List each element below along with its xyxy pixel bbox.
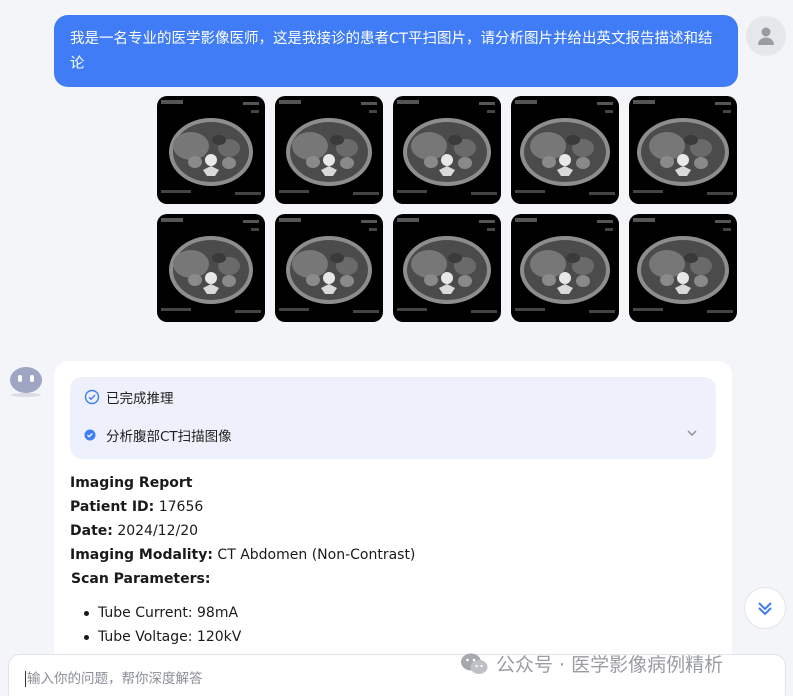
reasoning-status: 已完成推理	[106, 391, 174, 407]
chevron-down-icon[interactable]	[686, 427, 698, 439]
ct-image-thumbnail[interactable]	[157, 214, 265, 322]
ct-image-thumbnail[interactable]	[157, 96, 265, 204]
ct-image-thumbnail[interactable]	[393, 96, 501, 204]
scroll-to-bottom-button[interactable]	[744, 587, 786, 629]
watermark: 公众号 · 医学影像病例精析	[460, 650, 723, 677]
ct-image-thumbnail[interactable]	[511, 96, 619, 204]
ct-image-thumbnail[interactable]	[511, 214, 619, 322]
reasoning-panel[interactable]: 已完成推理 分析腹部CT扫描图像	[70, 377, 716, 459]
modality-row: Imaging Modality: CT Abdomen (Non-Contra…	[70, 547, 416, 563]
robot-icon	[10, 367, 42, 397]
ct-image-grid	[157, 96, 738, 322]
ct-image-thumbnail[interactable]	[275, 214, 383, 322]
user-avatar	[746, 16, 786, 56]
reasoning-header: 已完成推理	[84, 387, 174, 407]
watermark-text: 公众号 · 医学影像病例精析	[496, 654, 724, 676]
text-cursor	[25, 671, 26, 687]
wechat-icon	[461, 653, 488, 674]
report-title: Imaging Report	[70, 475, 193, 491]
user-message-text: 我是一名专业的医学影像医师，这是我接诊的患者CT平扫图片，请分析图片并给出英文报…	[70, 31, 713, 72]
assistant-message-card: 已完成推理 分析腹部CT扫描图像 Imaging Report Patient …	[54, 361, 732, 696]
user-message-bubble: 我是一名专业的医学影像医师，这是我接诊的患者CT平扫图片，请分析图片并给出英文报…	[54, 15, 738, 87]
reasoning-step: 分析腹部CT扫描图像	[84, 425, 232, 445]
list-item: Tube Current: 98mA	[70, 601, 415, 625]
scan-params-list: Tube Current: 98mA Tube Voltage: 120kV	[70, 601, 415, 649]
patient-id-row: Patient ID: 17656	[70, 499, 204, 515]
ct-image-thumbnail[interactable]	[393, 214, 501, 322]
date-row: Date: 2024/12/20	[70, 523, 199, 539]
chat-input[interactable]	[27, 667, 447, 691]
double-chevron-down-icon	[758, 602, 772, 616]
imaging-report: Imaging Report Patient ID: 17656 Date: 2…	[70, 471, 415, 649]
scan-params-heading: Scan Parameters:	[71, 571, 211, 587]
ct-image-thumbnail[interactable]	[275, 96, 383, 204]
step-check-icon	[84, 429, 96, 441]
reasoning-step-label: 分析腹部CT扫描图像	[106, 429, 232, 445]
ct-image-thumbnail[interactable]	[629, 214, 737, 322]
check-circle-icon	[84, 389, 100, 405]
ct-image-thumbnail[interactable]	[629, 96, 737, 204]
bot-avatar	[8, 361, 44, 397]
user-icon	[758, 27, 774, 45]
list-item: Tube Voltage: 120kV	[70, 625, 415, 649]
